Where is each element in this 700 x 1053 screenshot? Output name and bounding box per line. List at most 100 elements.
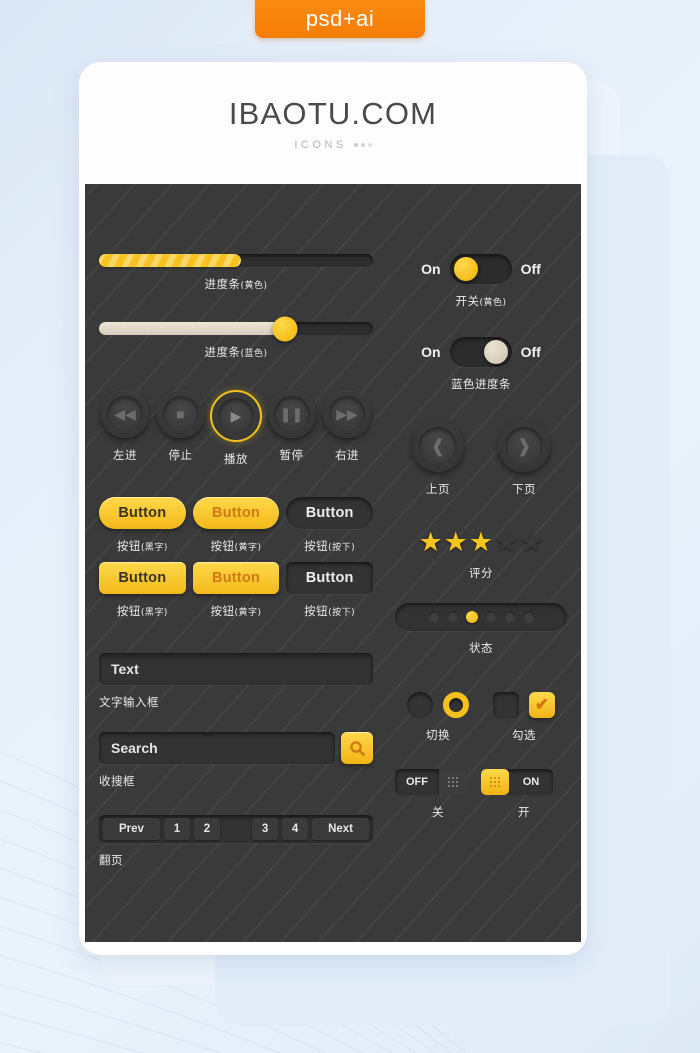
star-icon[interactable]: ★	[494, 529, 518, 556]
forward-icon[interactable]: ▶▶	[323, 390, 371, 438]
demo-button[interactable]: Button	[192, 562, 280, 594]
status-dot[interactable]	[446, 611, 459, 623]
status-dot[interactable]	[503, 611, 516, 623]
search-button[interactable]	[341, 732, 373, 764]
buttons-grid: Button 按钮(黑字) Button 按钮(黄字) Button 按钮(按下) Butt…	[99, 497, 373, 619]
play-icon[interactable]: ▶	[210, 390, 262, 442]
demo-button[interactable]: Button	[286, 497, 373, 529]
stop-icon[interactable]: ■	[156, 390, 205, 438]
pagination-page[interactable]: 1	[163, 818, 190, 840]
text-input-group: Text 文字输入框	[99, 653, 373, 710]
checkbox-unchecked[interactable]	[493, 692, 519, 718]
rewind-icon[interactable]: ◀◀	[101, 390, 149, 438]
checkbox-checked[interactable]: ✔	[529, 692, 555, 718]
demo-button[interactable]: Button	[192, 497, 280, 529]
ui-kit-card: IBAOTU.COM ICONS 进度条(黄色) 进度条(蓝色) ◀◀ 左进 ■…	[79, 62, 587, 955]
demo-button-caption: 按钮(按下)	[304, 539, 356, 553]
pagination-group: Prev 1 2 3 4 Next 翻页	[99, 815, 373, 868]
checkbox-caption: 勾选	[512, 728, 536, 742]
pagination-page[interactable]: 2	[193, 818, 220, 840]
page-title: IBAOTU.COM	[228, 95, 438, 131]
radio-unselected[interactable]	[407, 692, 433, 718]
selection-controls-row: 切换 ✔ 勾选	[395, 692, 567, 743]
play-icon-glyph: ▶	[230, 408, 242, 424]
star-rating[interactable]: ★ ★ ★ ★ ★	[395, 529, 567, 556]
media-button-左进[interactable]: ◀◀ 左进	[99, 390, 151, 463]
button-cell: Button 按钮(黄字)	[192, 497, 280, 554]
switch-control[interactable]: OFF	[395, 769, 467, 795]
star-icon[interactable]: ★	[444, 529, 468, 556]
pause-icon[interactable]: ❚❚	[267, 390, 316, 438]
switch-group-开: ON 开	[481, 769, 567, 820]
page-nav-button-上页[interactable]: ❰ 上页	[412, 420, 464, 497]
slider-group: 进度条(蓝色)	[99, 316, 373, 360]
search-input[interactable]: Search	[99, 732, 335, 764]
toggle-switch[interactable]	[449, 254, 512, 284]
demo-button[interactable]: Button	[286, 562, 373, 594]
media-button-label: 停止	[168, 448, 193, 462]
pagination-page[interactable]: 4	[282, 818, 309, 840]
switch-grip	[439, 769, 467, 795]
demo-button[interactable]: Button	[99, 497, 186, 529]
media-button-label: 暂停	[279, 448, 304, 462]
status-dot[interactable]	[484, 611, 497, 623]
switches-row: OFF 关 ON 开	[395, 769, 567, 820]
media-button-停止[interactable]: ■ 停止	[155, 390, 207, 463]
toggle-knob	[453, 257, 478, 281]
button-cell: Button 按钮(黑字)	[99, 562, 186, 619]
pagination-next[interactable]: Next	[312, 818, 369, 840]
pagination-caption: 翻页	[99, 853, 123, 867]
text-input-caption: 文字输入框	[99, 695, 159, 709]
radio-group: 切换	[395, 692, 481, 743]
psd-ai-badge: psd+ai	[255, 0, 425, 38]
radio-selected[interactable]	[443, 692, 469, 718]
demo-button-caption: 按钮(黄字)	[210, 539, 262, 553]
toggle-knob	[483, 340, 508, 364]
rating-caption: 评分	[469, 566, 493, 580]
status-dot[interactable]	[465, 611, 478, 623]
media-button-label: 播放	[224, 452, 248, 466]
right-column: On Off 开关(黄色) On Off 蓝色进度条 ❰ 上页 ❱ 下页 ★ ★ ★ ★ ★ 评分 状态…	[373, 254, 567, 942]
status-dot-indicator[interactable]	[395, 603, 567, 631]
rating-group: ★ ★ ★ ★ ★ 评分	[395, 529, 567, 581]
stop-icon-glyph: ■	[176, 406, 185, 422]
star-icon[interactable]: ★	[519, 529, 543, 556]
slider-fill	[99, 322, 286, 335]
search-caption: 收搜框	[99, 774, 135, 788]
radio-caption: 切换	[426, 728, 450, 742]
subtitle-text: ICONS	[294, 138, 347, 151]
star-icon[interactable]: ★	[418, 529, 442, 556]
pagination-page[interactable]: 3	[252, 818, 279, 840]
media-button-右进[interactable]: ▶▶ 右进	[321, 390, 373, 463]
demo-button[interactable]: Button	[99, 562, 186, 594]
slider-knob[interactable]	[272, 316, 298, 341]
left-column: 进度条(黄色) 进度条(蓝色) ◀◀ 左进 ■ 停止 ▶ 播放 ❚❚ 暂停 ▶▶ 右进 Butto…	[99, 254, 373, 942]
components-panel: 进度条(黄色) 进度条(蓝色) ◀◀ 左进 ■ 停止 ▶ 播放 ❚❚ 暂停 ▶▶ 右进 Butto…	[85, 184, 581, 942]
striped-progress-caption: 进度条(黄色)	[204, 277, 268, 291]
forward-icon-glyph: ▶▶	[336, 406, 358, 422]
text-input[interactable]: Text	[99, 653, 373, 685]
range-slider[interactable]	[99, 316, 373, 341]
status-dot[interactable]	[427, 611, 440, 623]
switch-control[interactable]: ON	[481, 769, 553, 795]
switch-grip	[481, 769, 509, 795]
status-dot[interactable]	[522, 611, 535, 623]
media-controls-row: ◀◀ 左进 ■ 停止 ▶ 播放 ❚❚ 暂停 ▶▶ 右进	[99, 390, 373, 467]
grip-dots-icon	[490, 777, 500, 787]
grip-dots-icon	[448, 777, 458, 787]
star-icon[interactable]: ★	[469, 529, 493, 556]
striped-progress-group: 进度条(黄色)	[99, 254, 373, 292]
page-nav-label: 上页	[426, 482, 450, 496]
striped-progress-bar[interactable]	[99, 254, 373, 267]
page-nav-row: ❰ 上页 ❱ 下页	[395, 420, 567, 497]
chevron-left-icon[interactable]: ❰	[412, 420, 464, 472]
status-caption: 状态	[469, 641, 493, 655]
switch-group-关: OFF 关	[395, 769, 481, 820]
media-button-暂停[interactable]: ❚❚ 暂停	[266, 390, 318, 463]
media-button-播放[interactable]: ▶ 播放	[210, 390, 262, 467]
page-nav-button-下页[interactable]: ❱ 下页	[498, 420, 550, 497]
demo-button-caption: 按钮(黑字)	[116, 604, 168, 618]
chevron-right-icon[interactable]: ❱	[498, 420, 550, 472]
pagination-prev[interactable]: Prev	[103, 818, 160, 840]
toggle-switch[interactable]	[449, 337, 512, 367]
